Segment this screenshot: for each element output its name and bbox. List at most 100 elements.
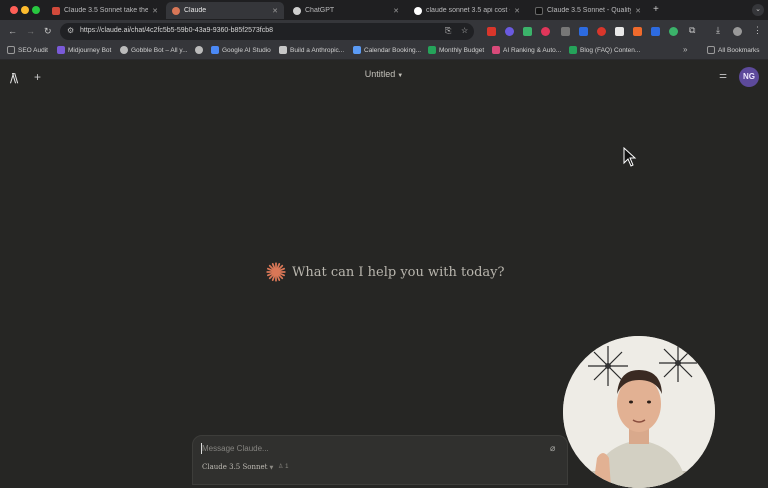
download-icon[interactable]: ⤓ xyxy=(716,25,720,36)
bookmark-label: Gobble Bot – All y... xyxy=(131,46,188,54)
minimize-window-button[interactable] xyxy=(21,6,29,14)
tab-title: claude sonnet 3.5 api cost - xyxy=(426,7,511,14)
all-bookmarks[interactable]: All Bookmarks xyxy=(707,46,760,54)
bookmark-label: Google AI Studio xyxy=(222,46,271,54)
bookmark-favicon-icon xyxy=(492,46,500,54)
browser-menu-icon[interactable]: ⋮ xyxy=(753,25,762,36)
browser-tab[interactable]: ChatGPT ✕ xyxy=(287,2,405,19)
greeting: What can I help you with today? xyxy=(265,261,504,283)
bookmark-item[interactable]: Gobble Bot – All y... xyxy=(120,46,188,54)
claude-spark-icon xyxy=(266,262,286,282)
bookmark-item[interactable]: Build a Anthropic... xyxy=(279,46,344,54)
bookmark-item[interactable]: Blog (FAQ) Conten... xyxy=(569,46,640,54)
bookmark-label: Build a Anthropic... xyxy=(290,46,345,54)
rss-icon[interactable] xyxy=(633,27,642,36)
extension-icon[interactable] xyxy=(615,27,624,36)
avatar[interactable]: NG xyxy=(739,67,759,87)
back-arrow-icon[interactable]: ← xyxy=(8,26,17,36)
webcam-person-image xyxy=(563,336,715,488)
install-app-icon[interactable]: ⎘ xyxy=(445,26,451,36)
bookmark-favicon-icon xyxy=(211,46,219,54)
attachment-count[interactable]: ♙ 1 xyxy=(278,463,288,470)
maximize-window-button[interactable] xyxy=(32,6,40,14)
bookmark-favicon-icon xyxy=(120,46,128,54)
close-tab-icon[interactable]: ✕ xyxy=(152,7,158,15)
browser-tab[interactable]: Claude 3.5 Sonnet - Quality, ✕ xyxy=(529,2,647,19)
bookmark-favicon-icon xyxy=(569,46,577,54)
extension-icon[interactable] xyxy=(561,27,570,36)
bookmark-label: Monthly Budget xyxy=(439,46,485,54)
browser-tab[interactable]: Claude 3.5 Sonnet take the t ✕ xyxy=(46,2,164,19)
paperclip-icon[interactable]: ⌀ xyxy=(550,443,555,454)
tab-search-chevron-icon[interactable]: ⌄ xyxy=(752,4,764,16)
url-text[interactable]: https://claude.ai/chat/4c2fc5b5-59b0-43a… xyxy=(80,27,273,34)
extension-icon[interactable] xyxy=(651,27,660,36)
chat-title: Untitled ▼ xyxy=(0,69,768,79)
message-composer[interactable]: Message Claude... ⌀ Claude 3.5 Sonnet ▼ ♙… xyxy=(192,435,568,485)
folder-icon xyxy=(707,46,715,54)
settings-sliders-icon[interactable]: ⚌ xyxy=(719,70,727,81)
person-icon: ♙ xyxy=(278,464,284,470)
extension-icon[interactable] xyxy=(523,27,532,36)
browser-tab-bar: Claude 3.5 Sonnet take the t ✕ Claude ✕ … xyxy=(0,0,768,20)
bookmark-favicon-icon xyxy=(57,46,65,54)
close-tab-icon[interactable]: ✕ xyxy=(272,7,278,15)
chevron-down-icon[interactable]: ▼ xyxy=(397,73,403,79)
globe-icon xyxy=(195,46,203,54)
bookmark-item[interactable]: Midjourney Bot xyxy=(57,46,111,54)
tab-title: Claude xyxy=(184,7,207,14)
tab-favicon-icon xyxy=(414,6,422,15)
chat-title-text[interactable]: Untitled xyxy=(365,69,396,79)
message-input[interactable]: Message Claude... xyxy=(202,444,269,453)
extension-icon[interactable] xyxy=(597,27,606,36)
bookmarks-bar: SEO Audit Midjourney Bot Gobble Bot – Al… xyxy=(0,43,768,60)
site-info-icon[interactable]: ⚙ xyxy=(67,26,74,35)
close-window-button[interactable] xyxy=(10,6,18,14)
address-bar[interactable]: ⚙ https://claude.ai/chat/4c2fc5b5-59b0-4… xyxy=(60,23,474,40)
attachment-count-text: 1 xyxy=(285,464,289,470)
profile-icon[interactable] xyxy=(733,27,742,36)
all-bookmarks-label: All Bookmarks xyxy=(718,46,760,54)
bookmark-item[interactable]: Monthly Budget xyxy=(428,46,484,54)
tab-title: Claude 3.5 Sonnet take the t xyxy=(64,7,149,14)
extensions-puzzle-icon[interactable]: ⧉ xyxy=(689,25,695,36)
mouse-cursor-icon xyxy=(623,147,637,167)
tab-favicon-icon xyxy=(293,6,301,15)
bookmark-item[interactable]: AI Ranking & Auto... xyxy=(492,46,561,54)
bookmark-item[interactable]: Calendar Booking... xyxy=(353,46,421,54)
bookmark-label: Midjourney Bot xyxy=(68,46,112,54)
bookmark-label: Blog (FAQ) Conten... xyxy=(580,46,641,54)
extension-icon[interactable] xyxy=(579,27,588,36)
model-name: Claude 3.5 Sonnet xyxy=(202,463,268,471)
bookmark-label: SEO Audit xyxy=(18,46,48,54)
tab-title: ChatGPT xyxy=(305,7,335,14)
extension-icon[interactable] xyxy=(505,27,514,36)
close-tab-icon[interactable]: ✕ xyxy=(393,7,399,15)
more-bookmarks-icon[interactable]: » xyxy=(683,45,687,54)
tab-favicon-icon xyxy=(535,6,543,15)
reload-icon[interactable]: ↻ xyxy=(44,26,52,37)
extension-icon[interactable] xyxy=(669,27,678,36)
browser-tab[interactable]: claude sonnet 3.5 api cost - ✕ xyxy=(408,2,526,19)
close-tab-icon[interactable]: ✕ xyxy=(635,7,641,15)
bookmark-item[interactable] xyxy=(195,46,206,54)
model-selector[interactable]: Claude 3.5 Sonnet ▼ xyxy=(202,463,273,471)
bookmark-favicon-icon xyxy=(353,46,361,54)
extension-icon[interactable] xyxy=(541,27,550,36)
forward-arrow-icon[interactable]: → xyxy=(26,26,35,36)
extension-icon[interactable] xyxy=(487,27,496,36)
bookmark-item[interactable]: SEO Audit xyxy=(7,46,48,54)
bookmark-item[interactable]: Google AI Studio xyxy=(211,46,271,54)
browser-tab-active[interactable]: Claude ✕ xyxy=(166,2,284,19)
webcam-overlay xyxy=(563,336,715,488)
close-tab-icon[interactable]: ✕ xyxy=(514,7,520,15)
greeting-text: What can I help you with today? xyxy=(292,264,505,280)
folder-icon xyxy=(7,46,15,54)
bookmark-favicon-icon xyxy=(279,46,287,54)
tab-favicon-icon xyxy=(172,6,180,15)
tab-favicon-icon xyxy=(52,6,60,15)
bookmark-label: AI Ranking & Auto... xyxy=(503,46,562,54)
bookmark-favicon-icon xyxy=(428,46,436,54)
new-tab-icon[interactable]: + xyxy=(653,4,659,15)
bookmark-star-icon[interactable]: ☆ xyxy=(461,26,468,35)
